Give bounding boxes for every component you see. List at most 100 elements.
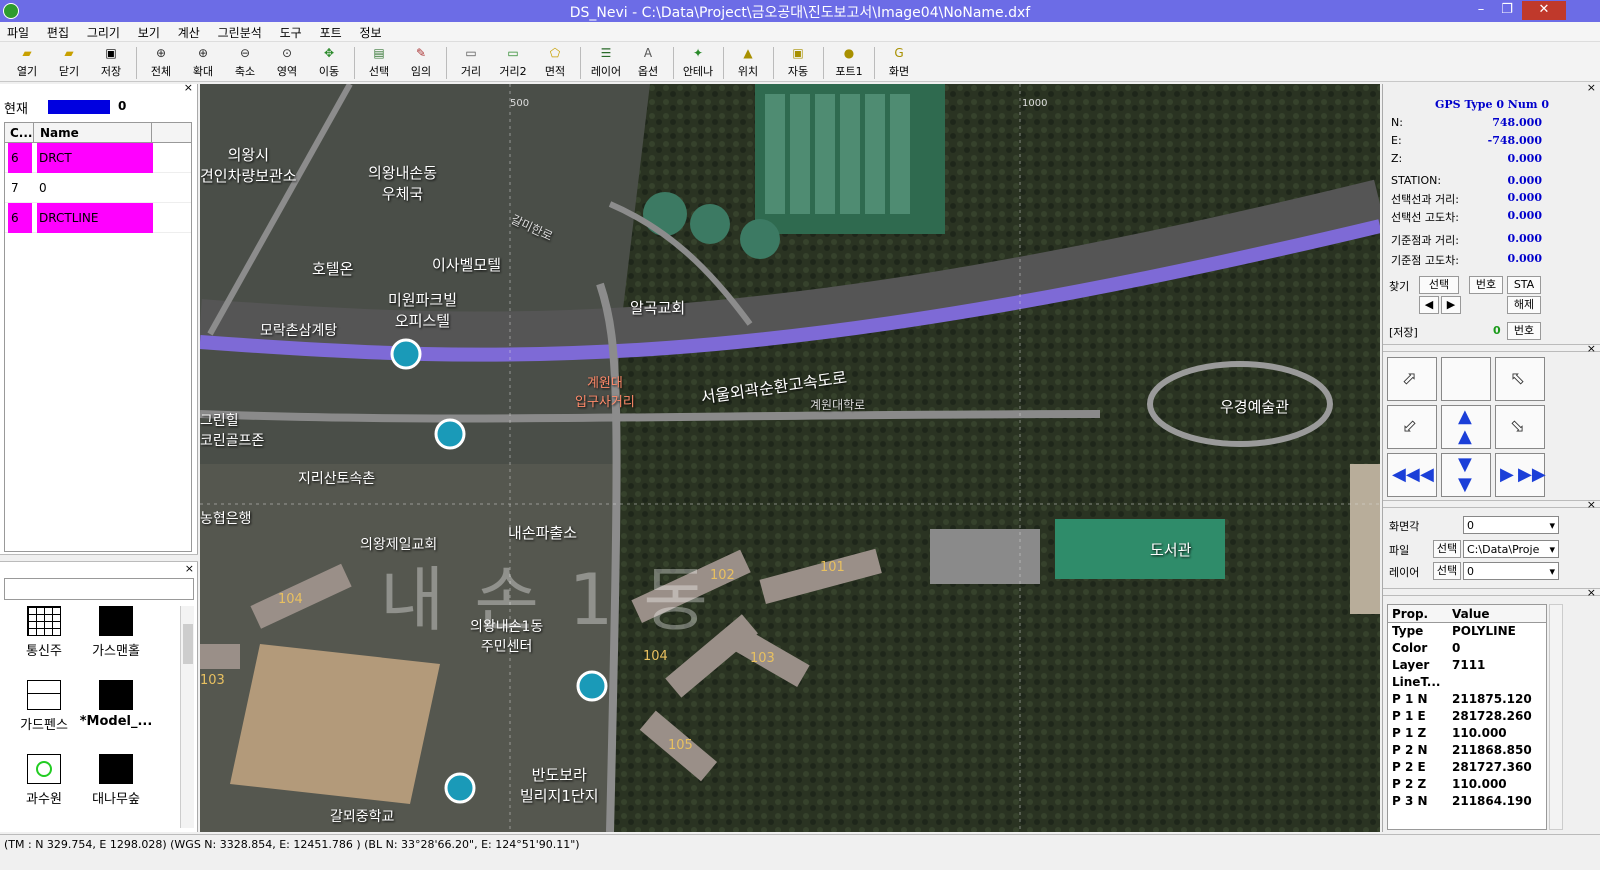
screen-angle-select[interactable]: 0 ▾ bbox=[1463, 516, 1559, 534]
left-button[interactable]: ◀◀ ◀ bbox=[1387, 453, 1437, 497]
prev-button[interactable]: ◀ bbox=[1419, 296, 1439, 314]
ref-height-label: 기준점 고도차: bbox=[1391, 254, 1459, 267]
map-view[interactable]: 500 1000 서울외곽순환고속도로 의왕시 견인차량보관소 의왕내손동 우체… bbox=[200, 84, 1380, 832]
properties-table: Prop. Value Type POLYLINE Color 0 Layer 7111… bbox=[1387, 604, 1547, 830]
table-row[interactable]: P 1 E 281728.260 bbox=[1388, 708, 1546, 725]
release-button[interactable]: 해제 bbox=[1507, 296, 1541, 314]
menu-calc[interactable]: 계산 bbox=[171, 22, 207, 41]
props-panel-close-icon[interactable]: × bbox=[1587, 586, 1596, 599]
menu-edit[interactable]: 편집 bbox=[40, 22, 76, 41]
down-button[interactable]: ▼ ▼ bbox=[1441, 453, 1491, 497]
menu-draw[interactable]: 그리기 bbox=[80, 22, 127, 41]
symbol-telecom-pole[interactable]: 통신주 bbox=[4, 606, 84, 676]
layer-select-button[interactable]: 선택 bbox=[1433, 562, 1461, 580]
col-header-color[interactable]: C... bbox=[10, 126, 32, 140]
zoom-in-icon: ⊕ bbox=[197, 46, 209, 60]
table-row[interactable]: 6 DRCT bbox=[5, 143, 191, 173]
menu-view[interactable]: 보기 bbox=[131, 22, 167, 41]
file-select[interactable]: C:\Data\Proje ▾ bbox=[1463, 540, 1559, 558]
menu-port[interactable]: 포트 bbox=[313, 22, 349, 41]
gps-n-value: 748.000 bbox=[1492, 116, 1542, 129]
open-button[interactable]: ▰ 열기 bbox=[7, 45, 47, 81]
table-row[interactable]: Type POLYLINE bbox=[1388, 623, 1546, 640]
close-file-button[interactable]: ▰ 닫기 bbox=[49, 45, 89, 81]
table-row[interactable]: P 2 E 281727.360 bbox=[1388, 759, 1546, 776]
rotate-right-button[interactable]: ⬂ bbox=[1495, 405, 1545, 449]
position-button[interactable]: ▲ 위치 bbox=[728, 45, 768, 81]
col-header-value[interactable]: Value bbox=[1452, 607, 1490, 621]
distance-button[interactable]: ▭ 거리 bbox=[451, 45, 491, 81]
minimize-button[interactable]: – bbox=[1468, 1, 1494, 20]
file-select-button[interactable]: 선택 bbox=[1433, 540, 1461, 558]
panel-close-icon[interactable]: × bbox=[184, 81, 193, 94]
menu-tools[interactable]: 도구 bbox=[273, 22, 309, 41]
panel-close-icon[interactable]: × bbox=[1587, 81, 1596, 94]
right-button[interactable]: ▶ ▶▶ bbox=[1495, 453, 1546, 497]
symbol-grid: 통신주 가스맨홀 가드펜스 *Model_... 과수원 대나무숲 bbox=[4, 604, 174, 826]
find-select-button[interactable]: 선택 bbox=[1419, 276, 1459, 294]
settings-panel-close-icon[interactable]: × bbox=[1587, 498, 1596, 511]
arbitrary-button[interactable]: ✎ 임의 bbox=[401, 45, 441, 81]
properties-scrollbar[interactable] bbox=[1549, 604, 1563, 830]
table-row[interactable]: P 2 N 211868.850 bbox=[1388, 742, 1546, 759]
screen-icon: G bbox=[894, 46, 904, 60]
menu-green-analysis[interactable]: 그린분석 bbox=[211, 22, 269, 41]
rotate-left-up-button[interactable]: ⬀ bbox=[1387, 357, 1437, 401]
symbol-search-input[interactable] bbox=[4, 578, 194, 600]
find-number-button[interactable]: 번호 bbox=[1469, 276, 1503, 294]
find-sta-button[interactable]: STA bbox=[1507, 276, 1541, 294]
table-row[interactable]: P 1 Z 110.000 bbox=[1388, 725, 1546, 742]
panel-splitter[interactable] bbox=[0, 554, 198, 562]
symbol-scrollbar[interactable] bbox=[180, 606, 194, 828]
symbol-orchard[interactable]: 과수원 bbox=[4, 754, 84, 824]
zoom-all-button[interactable]: ⊕ 전체 bbox=[141, 45, 181, 81]
up-button[interactable]: ▲ ▲ bbox=[1441, 405, 1491, 449]
table-row[interactable]: Color 0 bbox=[1388, 640, 1546, 657]
menu-info[interactable]: 정보 bbox=[352, 22, 388, 41]
select-icon: ▤ bbox=[373, 46, 385, 60]
ruler-icon: ▭ bbox=[465, 46, 477, 60]
auto-button[interactable]: ▣ 자동 bbox=[778, 45, 818, 81]
close-button[interactable]: ✕ bbox=[1522, 1, 1566, 20]
table-row[interactable]: 7 0 bbox=[5, 173, 191, 203]
table-row[interactable]: 6 DRCTLINE bbox=[5, 203, 191, 233]
next-button[interactable]: ▶ bbox=[1441, 296, 1461, 314]
grid-icon bbox=[27, 606, 61, 636]
layer-select[interactable]: 0 ▾ bbox=[1463, 562, 1559, 580]
ruler2-icon: ▭ bbox=[507, 46, 519, 60]
nav-panel-close-icon[interactable]: × bbox=[1587, 342, 1596, 355]
layer-button[interactable]: ☰ 레이어 bbox=[586, 45, 626, 81]
table-row[interactable]: P 3 N 211864.190 bbox=[1388, 793, 1546, 810]
chevron-down-icon: ▾ bbox=[1549, 565, 1555, 578]
symbol-gas-manhole[interactable]: 가스맨홀 bbox=[76, 606, 156, 676]
select-button[interactable]: ▤ 선택 bbox=[359, 45, 399, 81]
zoom-area-button[interactable]: ⊙ 영역 bbox=[267, 45, 307, 81]
save-number-button[interactable]: 번호 bbox=[1507, 322, 1541, 340]
status-bar: (TM : N 329.754, E 1298.028) (WGS N: 332… bbox=[0, 834, 1600, 854]
zoom-in-button[interactable]: ⊕ 확대 bbox=[183, 45, 223, 81]
symbol-guard-fence[interactable]: 가드펜스 bbox=[4, 680, 84, 750]
table-row[interactable]: Layer 7111 bbox=[1388, 657, 1546, 674]
distance2-button[interactable]: ▭ 거리2 bbox=[493, 45, 533, 81]
table-row[interactable]: P 1 N 211875.120 bbox=[1388, 691, 1546, 708]
maximize-button[interactable]: ❐ bbox=[1494, 1, 1520, 20]
symbol-bamboo[interactable]: 대나무숲 bbox=[76, 754, 156, 824]
table-row[interactable]: LineT... bbox=[1388, 674, 1546, 691]
port1-button[interactable]: ● 포트1 bbox=[829, 45, 869, 81]
pan-button[interactable]: ✥ 이동 bbox=[309, 45, 349, 81]
rotate-right-up-button[interactable]: ⬁ bbox=[1495, 357, 1545, 401]
zoom-out-button[interactable]: ⊖ 축소 bbox=[225, 45, 265, 81]
screen-button[interactable]: G 화면 bbox=[879, 45, 919, 81]
col-header-name[interactable]: Name bbox=[40, 126, 79, 140]
chevron-down-icon: ▾ bbox=[1549, 519, 1555, 532]
table-row[interactable]: P 2 Z 110.000 bbox=[1388, 776, 1546, 793]
rotate-left-button[interactable]: ⬃ bbox=[1387, 405, 1437, 449]
menu-file[interactable]: 파일 bbox=[0, 22, 36, 41]
save-button[interactable]: ▣ 저장 bbox=[91, 45, 131, 81]
symbol-model[interactable]: *Model_... bbox=[76, 680, 156, 750]
options-button[interactable]: A 옵션 bbox=[628, 45, 668, 81]
symbol-panel-close-icon[interactable]: × bbox=[185, 562, 194, 575]
area-button[interactable]: ⬠ 면적 bbox=[535, 45, 575, 81]
col-header-prop[interactable]: Prop. bbox=[1392, 607, 1428, 621]
antenna-button[interactable]: ✦ 안테나 bbox=[678, 45, 718, 81]
